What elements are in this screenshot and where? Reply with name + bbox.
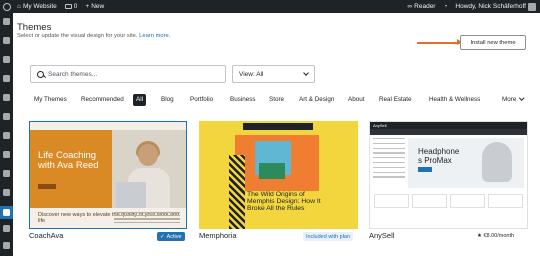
upgrades-icon[interactable]: [3, 56, 10, 63]
posts-icon[interactable]: [3, 75, 10, 82]
search-input[interactable]: [48, 70, 208, 78]
reader-label: Reader: [414, 3, 436, 10]
preview-feature-box: [488, 194, 523, 208]
notifications-button[interactable]: ◔: [439, 0, 451, 13]
theme-name[interactable]: AnySell: [369, 231, 394, 240]
preview-poster: The Wild Origins of Memphis Design: How …: [229, 131, 333, 229]
home-icon: ⌂: [17, 3, 21, 10]
tab-store[interactable]: Store: [269, 94, 284, 106]
tab-my-themes[interactable]: My Themes: [34, 94, 67, 106]
plugins-icon[interactable]: [3, 225, 10, 232]
tab-all[interactable]: All: [133, 94, 146, 106]
appearance-icon[interactable]: [0, 206, 13, 219]
account-menu[interactable]: Howdy, Nick Schäferhoff: [451, 0, 540, 13]
tab-portfolio[interactable]: Portfolio: [190, 94, 213, 106]
view-select[interactable]: View: All: [232, 65, 315, 83]
reader-glasses-icon: ∞: [407, 3, 413, 10]
preview-nav: AnySell: [370, 122, 527, 129]
preview-feature-box: [374, 194, 409, 208]
pages-icon[interactable]: [3, 113, 10, 120]
more-tabs-button[interactable]: More: [502, 94, 525, 106]
preview-cta: [38, 184, 56, 189]
tab-art-design[interactable]: Art & Design: [299, 94, 334, 106]
jetpack-icon[interactable]: [3, 170, 10, 177]
admin-bar: ⌂ My Website 0 + New ∞ Reader ◔ Howdy, N…: [0, 0, 540, 13]
tab-about[interactable]: About: [348, 94, 364, 106]
theme-card-memphoria[interactable]: The Wild Origins of Memphis Design: How …: [199, 121, 358, 229]
preview-photo: [112, 130, 186, 208]
more-label: More: [502, 96, 517, 103]
preview-topbar: [243, 123, 313, 130]
wordpress-logo-icon[interactable]: [0, 0, 13, 13]
included-badge: Included with plan: [303, 232, 354, 241]
users-icon[interactable]: [3, 242, 10, 249]
price-value: €8.00/month: [483, 233, 515, 239]
preview-title: Life Coaching with Ava Reed: [38, 150, 99, 171]
avatar: [528, 2, 536, 11]
preview-categories-bar: [370, 129, 527, 135]
install-new-theme-button[interactable]: Install new theme: [460, 35, 526, 50]
comments-link[interactable]: 0: [61, 0, 82, 13]
page-title: Themes: [17, 22, 52, 33]
theme-card-coachava[interactable]: Life Coaching with Ava Reed Discover new…: [29, 121, 187, 229]
preview-sidebar: [373, 138, 405, 186]
reader-link[interactable]: ∞ Reader: [404, 0, 440, 13]
page-subtitle: Select or update the visual design for y…: [17, 33, 170, 39]
tab-recommended[interactable]: Recommended: [81, 94, 124, 106]
dashboard-icon[interactable]: [3, 18, 10, 25]
chevron-down-icon: [303, 70, 309, 76]
preview-title: The Wild Origins of Memphis Design: How …: [247, 191, 321, 213]
star-icon: ★: [477, 233, 482, 239]
tab-business[interactable]: Business: [230, 94, 256, 106]
comment-icon: [64, 4, 72, 9]
preview-buy-button: [418, 167, 432, 172]
view-select-value: View: All: [239, 70, 264, 78]
learn-more-link[interactable]: Learn more.: [139, 33, 170, 39]
theme-search[interactable]: [30, 65, 226, 83]
comments-count: 0: [73, 3, 78, 10]
new-label: New: [91, 3, 105, 10]
chevron-down-icon: [519, 95, 525, 101]
site-name: My Website: [22, 3, 57, 10]
plus-icon: +: [85, 3, 90, 10]
tab-real-estate[interactable]: Real Estate: [379, 94, 412, 106]
woocommerce-icon[interactable]: [3, 189, 10, 196]
admin-sidebar: [0, 13, 13, 256]
media-icon[interactable]: [3, 94, 10, 101]
tab-health-wellness[interactable]: Health & Wellness: [429, 94, 480, 106]
search-icon: [37, 70, 44, 78]
active-badge: ✓ Active: [157, 232, 185, 241]
stats-icon[interactable]: [3, 37, 10, 44]
subtitle-text: Select or update the visual design for y…: [17, 33, 138, 39]
preview-title: Headphone s ProMax: [418, 147, 460, 165]
theme-name[interactable]: CoachAva: [29, 231, 63, 240]
annotation-arrow: [417, 39, 462, 45]
preview-feature-box: [412, 194, 447, 208]
greeting: Howdy, Nick Schäferhoff: [455, 3, 526, 10]
theme-card-anysell[interactable]: AnySell Headphone s ProMax: [369, 121, 528, 229]
preview-product-image: [482, 142, 512, 182]
feedback-icon[interactable]: [3, 151, 10, 158]
theme-price: ★ €8.00/month: [477, 233, 514, 239]
bell-icon: ◔: [443, 3, 448, 10]
new-content-link[interactable]: + New: [81, 0, 108, 13]
preview-logo: AnySell: [373, 123, 387, 128]
preview-hero: Life Coaching with Ava Reed: [30, 130, 112, 208]
check-icon: ✓: [160, 233, 165, 240]
preview-text-lines: [114, 212, 180, 225]
site-name-link[interactable]: ⌂ My Website: [13, 0, 61, 13]
comments-icon[interactable]: [3, 132, 10, 139]
preview-feature-box: [450, 194, 485, 208]
badge-label: Active: [166, 233, 182, 240]
tab-blog[interactable]: Blog: [161, 94, 174, 106]
theme-name[interactable]: Memphoria: [199, 231, 237, 240]
